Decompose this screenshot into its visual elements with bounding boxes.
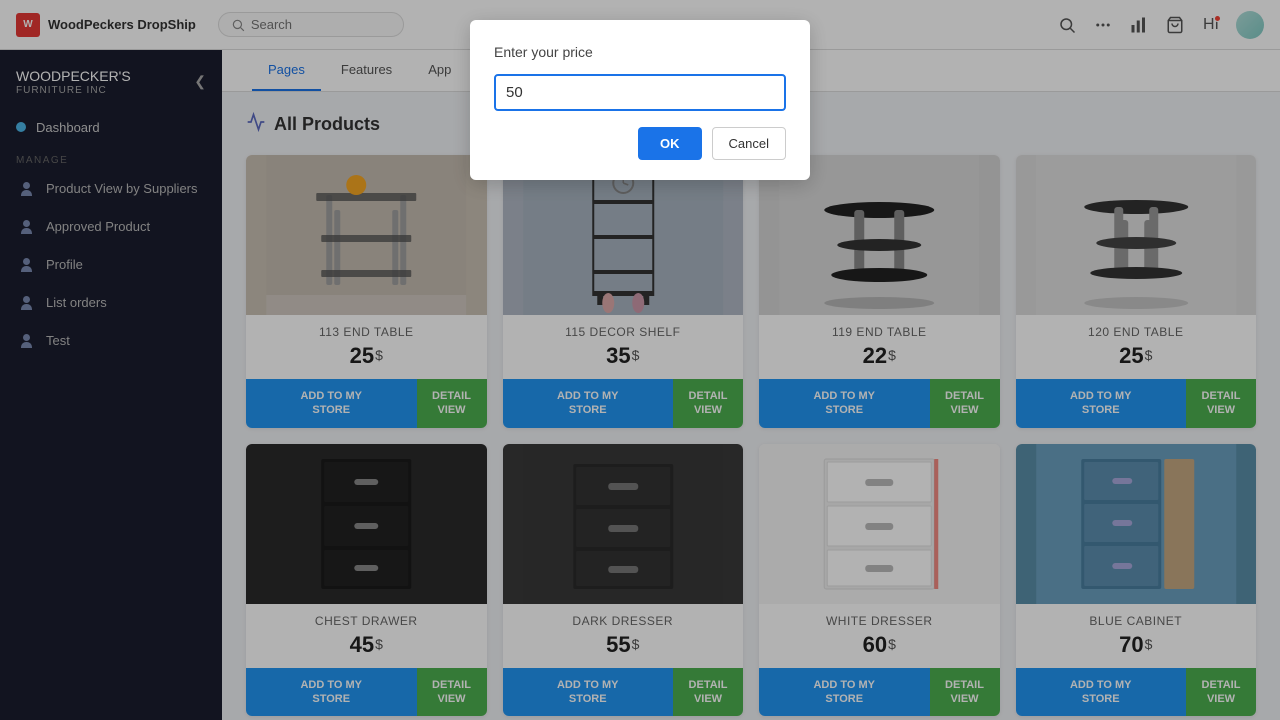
modal-actions: OK Cancel xyxy=(494,127,786,160)
modal-title: Enter your price xyxy=(494,44,786,60)
price-modal: Enter your price OK Cancel xyxy=(470,20,810,180)
price-input[interactable] xyxy=(494,74,786,111)
cancel-button[interactable]: Cancel xyxy=(712,127,786,160)
modal-overlay[interactable]: Enter your price OK Cancel xyxy=(0,0,1280,720)
ok-button[interactable]: OK xyxy=(638,127,702,160)
